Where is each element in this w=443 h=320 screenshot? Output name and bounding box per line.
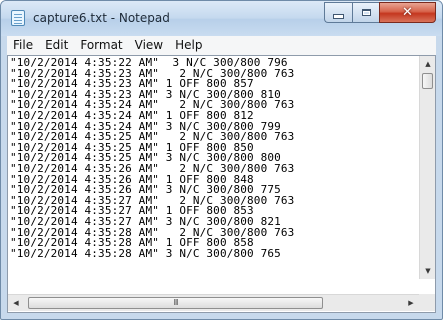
arrow-down-icon: ▼	[425, 267, 431, 275]
close-button[interactable]: ✕	[379, 2, 436, 23]
maximize-button[interactable]	[352, 2, 379, 23]
text-line: "10/2/2014 4:35:28 AM" 3 N/C 300/800 765	[10, 246, 281, 260]
horizontal-scroll-thumb[interactable]: III	[28, 297, 323, 309]
menu-edit[interactable]: Edit	[39, 36, 74, 55]
minimize-icon	[333, 14, 344, 19]
arrow-right-icon: ▶	[408, 299, 414, 307]
vertical-scroll-thumb[interactable]	[422, 73, 433, 89]
maximize-icon	[361, 9, 371, 16]
editor-area: "10/2/2014 4:35:22 AM" 3 N/C 300/800 796…	[7, 55, 436, 313]
scroll-up-button[interactable]: ▲	[420, 56, 436, 72]
scrollbar-corner	[419, 294, 435, 311]
scroll-left-button[interactable]: ◀	[8, 295, 24, 311]
vertical-scrollbar[interactable]: ▲ ▼	[419, 56, 435, 279]
menu-view[interactable]: View	[129, 36, 169, 55]
scroll-down-button[interactable]: ▼	[420, 263, 436, 279]
scroll-right-button[interactable]: ▶	[403, 295, 419, 311]
notepad-window: capture6.txt - Notepad ✕ File Edit Forma…	[0, 0, 443, 320]
menu-file[interactable]: File	[7, 36, 39, 55]
notepad-icon[interactable]	[11, 10, 25, 26]
caption-buttons: ✕	[324, 2, 436, 23]
window-title: capture6.txt - Notepad	[33, 11, 170, 25]
menu-help[interactable]: Help	[169, 36, 208, 55]
menu-format[interactable]: Format	[74, 36, 128, 55]
close-icon: ✕	[402, 5, 413, 20]
arrow-up-icon: ▲	[425, 60, 431, 68]
title-bar[interactable]: capture6.txt - Notepad ✕	[1, 1, 442, 36]
text-editor[interactable]: "10/2/2014 4:35:22 AM" 3 N/C 300/800 796…	[8, 56, 419, 279]
arrow-left-icon: ◀	[13, 299, 19, 307]
horizontal-scrollbar[interactable]: ◀ III ▶	[8, 294, 419, 311]
minimize-button[interactable]	[324, 2, 352, 23]
menu-bar: File Edit Format View Help	[7, 36, 436, 55]
scroll-grip-icon: III	[173, 298, 178, 307]
